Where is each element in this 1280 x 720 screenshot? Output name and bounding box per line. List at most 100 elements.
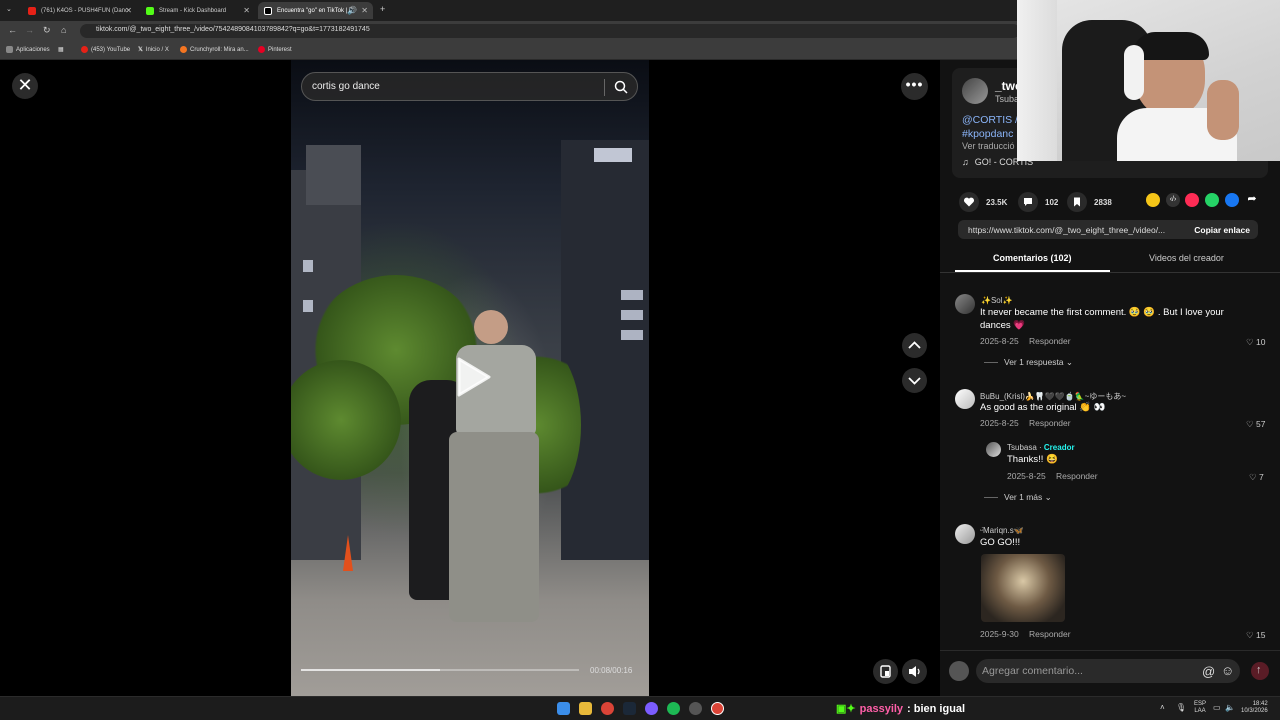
facebook-icon[interactable] <box>1225 193 1239 207</box>
comment-username[interactable]: ✨Sol✨ <box>981 296 1012 305</box>
see-translation-link[interactable]: Ver traducció <box>962 141 1015 151</box>
address-bar[interactable]: tiktok.com/@_two_eight_three_/video/7542… <box>80 24 1020 38</box>
tab-comments[interactable]: Comentarios (102) <box>993 253 1072 263</box>
comment-gif-image[interactable] <box>981 554 1065 622</box>
reply-button[interactable]: Responder <box>1029 629 1071 639</box>
post-comment-button[interactable]: ↑ <box>1251 662 1269 680</box>
copy-link-button[interactable]: Copiar enlace <box>1194 225 1250 235</box>
tab-close-icon[interactable]: ✕ <box>361 6 368 15</box>
bookmark-crunchyroll[interactable]: Crunchyroll: Mira an... <box>180 46 249 53</box>
chrome-icon[interactable] <box>601 702 614 715</box>
bookmark-pinterest[interactable]: Pinterest <box>258 46 292 53</box>
file-explorer-icon[interactable] <box>579 702 592 715</box>
browser-tab-youtube[interactable]: (761) K4OS - PUSH4FUN (Danc ✕ <box>22 2 137 19</box>
language-indicator[interactable]: ESP LAA <box>1194 701 1206 715</box>
app-icon[interactable] <box>645 702 658 715</box>
comment-like[interactable]: ♡ 15 <box>1246 630 1265 641</box>
video-player[interactable]: cortis go dance 00:08/00:16 <box>291 60 649 696</box>
comment-stat[interactable]: 102 <box>1018 192 1058 212</box>
comment-username[interactable]: ᵕ̈Mariqn.s🦋 <box>980 526 1024 535</box>
bookmark-apps[interactable]: Aplicaciones <box>6 46 50 53</box>
tab-creator-videos[interactable]: Videos del creador <box>1149 253 1224 263</box>
reply-button[interactable]: Responder <box>1056 471 1098 481</box>
obs-icon[interactable] <box>689 702 702 715</box>
pip-icon <box>880 665 891 678</box>
emoji-icon[interactable]: ☺ <box>1221 663 1234 678</box>
clock-time: 18:42 <box>1252 701 1268 707</box>
back-icon[interactable]: ← <box>8 25 17 35</box>
more-options-button[interactable]: ••• <box>901 73 928 100</box>
tray-chevron-icon[interactable]: ˄ <box>1160 703 1165 712</box>
home-icon[interactable]: ⌂ <box>61 25 66 35</box>
bookmark-x[interactable]: 𝕏 Inicio / X <box>138 46 169 54</box>
windows-start-icon[interactable] <box>557 702 570 715</box>
video-progress-bar[interactable] <box>301 669 579 671</box>
reload-icon[interactable]: ↻ <box>43 25 51 36</box>
coin-icon[interactable] <box>1146 193 1160 207</box>
chrome-active-icon[interactable] <box>711 702 724 715</box>
clock[interactable]: 18:42 10/3/2026 <box>1241 701 1268 715</box>
tab-close-icon[interactable]: ✕ <box>125 6 132 15</box>
whatsapp-icon[interactable] <box>1205 193 1219 207</box>
comment-avatar[interactable] <box>955 389 975 409</box>
chat-message: : bien igual <box>907 703 966 715</box>
tab-audio-icon[interactable]: 🔊 <box>347 6 357 15</box>
comment-input[interactable] <box>976 659 1240 683</box>
bookmark-label: Inicio / X <box>145 46 169 53</box>
search-icon[interactable] <box>614 80 628 94</box>
view-replies-link[interactable]: Ver 1 respuesta ⌄ <box>984 357 1073 368</box>
building-top-left <box>306 145 361 205</box>
comment-avatar[interactable] <box>955 524 975 544</box>
kick-logo-icon: ▣✦ <box>836 703 856 715</box>
video-progress-fill <box>301 669 440 671</box>
spotify-icon[interactable] <box>667 702 680 715</box>
previous-video-button[interactable] <box>902 333 927 358</box>
steam-icon[interactable] <box>623 702 636 715</box>
speaker-icon[interactable]: 🔈 <box>1225 703 1235 712</box>
tab-search-icon[interactable]: ⌄ <box>6 5 12 13</box>
close-button[interactable]: ✕ <box>12 73 38 99</box>
reply-button[interactable]: Responder <box>1029 336 1071 346</box>
bookmark-youtube[interactable]: (453) YouTube <box>81 46 130 53</box>
reply-button[interactable]: Responder <box>1029 418 1071 428</box>
floating-player-button[interactable] <box>873 659 898 684</box>
share-arrow-icon[interactable]: ➦ <box>1245 193 1259 207</box>
comment-username[interactable]: BuBu_(Krisl)🍌🦷🖤🖤🍵🦜~ゆーもあ~ <box>980 391 1126 402</box>
comment-like[interactable]: ♡ 57 <box>1246 419 1265 430</box>
forward-icon[interactable]: → <box>25 25 34 35</box>
video-search-box[interactable]: cortis go dance <box>301 72 638 101</box>
comment-avatar[interactable] <box>955 294 975 314</box>
close-icon: ✕ <box>17 75 33 95</box>
browser-tab-kick[interactable]: Stream - Kick Dashboard ✕ <box>140 2 255 19</box>
volume-button[interactable] <box>902 659 927 684</box>
network-icon[interactable]: ▭ <box>1213 703 1221 712</box>
windows-taskbar: ▣✦ passyily: bien igual ˄ 🎙 ESP LAA ▭ 🔈 18… <box>0 696 1280 720</box>
url-text: tiktok.com/@_two_eight_three_/video/7542… <box>96 26 370 33</box>
grid-icon[interactable]: ▦ <box>58 46 64 53</box>
like-stat[interactable]: 23.5K <box>959 192 1007 212</box>
play-icon[interactable] <box>455 357 491 397</box>
reply-date: 2025-8-25 <box>1007 471 1046 481</box>
comment-like[interactable]: ♡ 10 <box>1246 337 1265 348</box>
comment-like-count: 57 <box>1255 419 1266 429</box>
reply-username[interactable]: Tsubasa · Creador <box>1007 443 1075 452</box>
author-avatar[interactable] <box>962 78 988 104</box>
view-more-replies-link[interactable]: Ver 1 más ⌄ <box>984 492 1052 503</box>
save-stat[interactable]: 2838 <box>1067 192 1112 212</box>
browser-tab-tiktok[interactable]: Encuentra "go" en TikTok | B 🔊 ✕ <box>258 2 373 19</box>
mention-icon[interactable]: @ <box>1202 664 1215 679</box>
description-mention[interactable]: @CORTIS / <box>962 114 1018 126</box>
microphone-icon[interactable]: 🎙 <box>1176 703 1186 712</box>
comment-date: 2025-8-25 <box>980 418 1019 428</box>
send-to-friend-icon[interactable] <box>1185 193 1199 207</box>
new-tab-icon[interactable]: + <box>380 4 385 14</box>
chevron-up-icon <box>908 341 921 349</box>
bookmark-label: Crunchyroll: Mira an... <box>190 46 249 53</box>
tab-close-icon[interactable]: ✕ <box>243 6 250 15</box>
description-hashtag[interactable]: #kpopdanc <box>962 128 1013 140</box>
embed-icon[interactable]: ‹/› <box>1166 193 1180 207</box>
share-link-url[interactable]: https://www.tiktok.com/@_two_eight_three… <box>968 225 1180 235</box>
reply-avatar[interactable] <box>986 442 1001 457</box>
reply-like[interactable]: ♡ 7 <box>1249 472 1264 483</box>
next-video-button[interactable] <box>902 368 927 393</box>
